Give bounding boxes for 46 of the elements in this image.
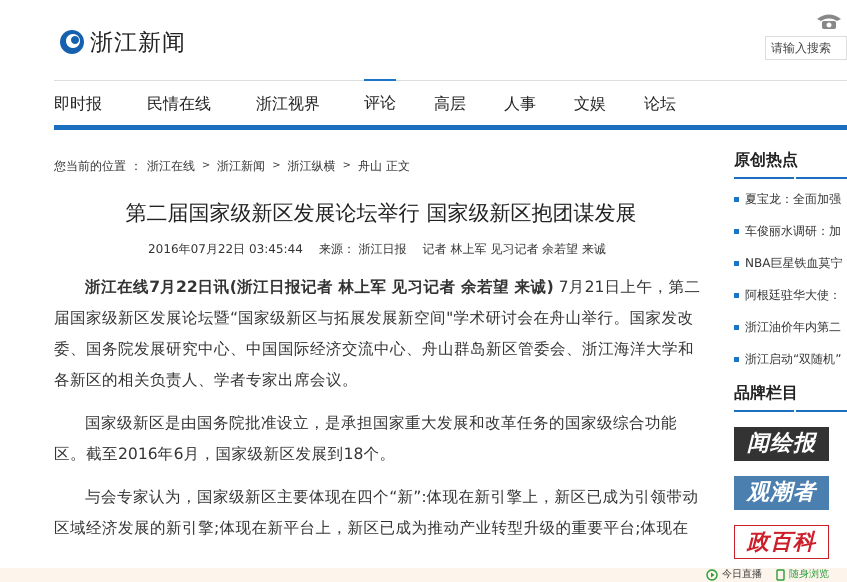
bullet-icon	[734, 260, 739, 266]
article-paragraph: 与会专家认为，国家级新区主要体现在四个“新”:体现在新引擎上，新区已成为引领带动区域经济发展的新引擎;体现在新平台上，新区已成为推动产业转型升级的重要平台;体现在	[54, 487, 700, 539]
breadcrumb-link[interactable]: 浙江在线	[146, 158, 195, 175]
bullet-icon	[734, 356, 739, 362]
headline-link[interactable]: NBA巨星铁血莫宁	[745, 254, 842, 272]
logo-text[interactable]: 浙江新闻	[90, 26, 186, 58]
breadcrumb-separator: >	[342, 159, 351, 173]
headline-link[interactable]: 浙江油价年内第二	[745, 318, 841, 336]
bullet-icon	[734, 324, 739, 330]
headline-link[interactable]: 浙江启动“双随机”	[745, 350, 842, 368]
nav-tab[interactable]: 高层	[434, 81, 466, 125]
brand-logo[interactable]: 闻绘报	[734, 427, 829, 461]
brand-logo[interactable]: 观潮者	[734, 476, 829, 510]
logo-icon	[58, 28, 86, 56]
nav-tab[interactable]: 浙江视界	[256, 81, 320, 125]
headline-link[interactable]: 夏宝龙：全面加强	[745, 190, 841, 208]
bullet-icon	[734, 196, 739, 202]
breadcrumb-separator: >	[272, 159, 281, 173]
bullet-icon	[734, 228, 739, 234]
article-authors: 记者 林上军 见习记者 余若望 来诚	[422, 241, 606, 258]
search-field[interactable]: 请输入搜索	[765, 36, 847, 60]
brand-logo[interactable]: 政百科	[734, 525, 829, 559]
article-paragraph: 国家级新区是由国务院批准设立，是承担国家重大发展和改革任务的国家级综合功能区。截至2016年6月，国家级新区发展到18个。	[54, 413, 678, 465]
breadcrumb-link[interactable]: 浙江新闻	[217, 158, 266, 175]
article-paragraph: 浙江在线7月22日讯(浙江日报记者 林上军 见习记者 余若望 来诚) 7月21日上午，第二届国家级新区发展论坛暨“国家级新区与拓展发展新空间"学术研讨会在舟山举行。国家发改委、国务院发展研究中心、中国国际经济交流中心、舟山群岛新区管委会、浙江海洋大学和各新区的相关负责人、学者专家出席会议。	[54, 277, 702, 391]
headline-link[interactable]: 阿根廷驻华大使：	[745, 286, 841, 304]
nav-tab[interactable]: 文娱	[574, 81, 606, 125]
article-source: 来源： 浙江日报	[318, 241, 407, 258]
bottom-link[interactable]: 今日直播	[722, 569, 762, 581]
breadcrumb-link[interactable]: 浙江纵横	[288, 158, 336, 175]
phone-icon[interactable]	[815, 12, 843, 30]
section-heading: 品牌栏目	[734, 383, 799, 404]
phone-icon	[776, 569, 785, 581]
article-title: 第二届国家级新区发展论坛举行 国家级新区抱团谋发展	[124, 200, 638, 227]
bullet-icon	[734, 292, 739, 298]
breadcrumb-separator: >	[202, 159, 210, 173]
nav-tab[interactable]: 民情在线	[147, 81, 211, 125]
article-date: 2016年07月22日 03:45:44	[148, 241, 303, 258]
nav-tab[interactable]: 人事	[504, 81, 536, 125]
section-heading: 原创热点	[734, 150, 799, 171]
headline-link[interactable]: 车俊丽水调研：加	[745, 222, 841, 240]
breadcrumb-label: 您当前的位置 ：	[54, 158, 142, 175]
nav-tab[interactable]: 论坛	[644, 81, 676, 125]
nav-tab[interactable]: 即时报	[54, 81, 102, 125]
play-icon	[706, 569, 718, 581]
breadcrumb-link[interactable]: 舟山 正文	[358, 158, 410, 175]
